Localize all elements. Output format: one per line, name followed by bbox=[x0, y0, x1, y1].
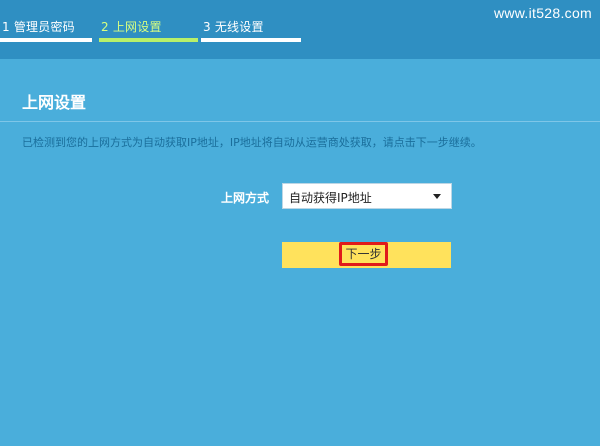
step-internet-settings-underline bbox=[99, 38, 198, 42]
title-divider bbox=[0, 121, 600, 122]
next-button-label: 下一步 bbox=[339, 242, 388, 266]
chevron-down-icon bbox=[433, 194, 441, 199]
connection-type-select[interactable]: 自动获得IP地址 bbox=[282, 183, 452, 209]
connection-type-label: 上网方式 bbox=[221, 191, 270, 205]
step-admin-password[interactable]: 1 管理员密码 bbox=[2, 18, 75, 35]
step-internet-settings[interactable]: 2 上网设置 bbox=[101, 18, 162, 35]
connection-type-value: 自动获得IP地址 bbox=[289, 191, 372, 205]
step-wireless-settings-underline bbox=[201, 38, 301, 42]
page-title: 上网设置 bbox=[22, 93, 87, 112]
wizard-step-bar: 1 管理员密码 2 上网设置 3 无线设置 www.it528.com bbox=[0, 0, 600, 59]
detection-hint-text: 已检测到您的上网方式为自动获取IP地址，IP地址将自动从运营商处获取，请点击下一… bbox=[22, 136, 482, 149]
step-admin-password-underline bbox=[0, 38, 92, 42]
step-wireless-settings[interactable]: 3 无线设置 bbox=[203, 18, 264, 35]
next-button[interactable]: 下一步 bbox=[282, 242, 451, 268]
site-watermark: www.it528.com bbox=[493, 5, 592, 21]
